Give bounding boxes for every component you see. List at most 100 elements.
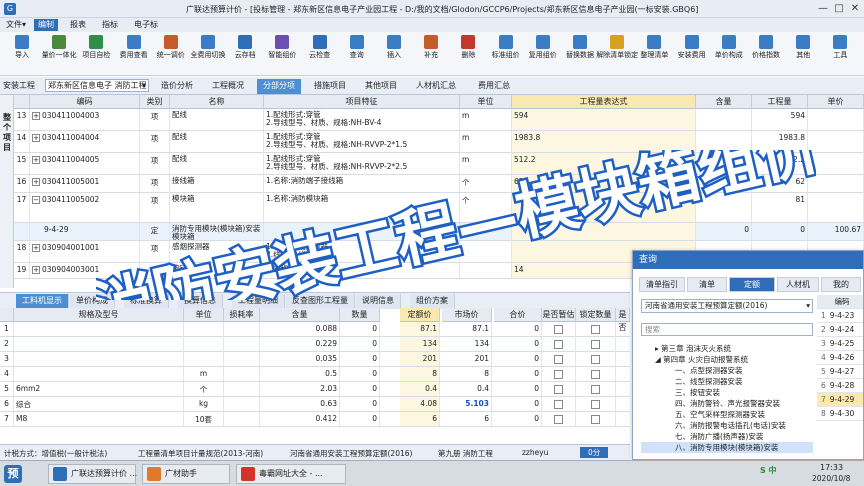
toolbar-button-other[interactable]: 其他 (785, 34, 821, 74)
cell-content[interactable]: 2.03 (260, 382, 340, 396)
toolbar-button-unlock[interactable]: 解除清单锁定 (596, 34, 638, 74)
checkbox[interactable] (554, 354, 563, 364)
expand-toggle-icon[interactable]: + (32, 244, 40, 252)
cell-content[interactable]: 0.229 (260, 337, 340, 351)
cell-content[interactable]: 0.035 (260, 352, 340, 366)
cell-market[interactable]: 5.103 (442, 397, 492, 411)
expand-toggle-icon[interactable]: + (32, 266, 40, 274)
menu-file[interactable]: 文件▾ (2, 19, 30, 31)
cell-qty[interactable]: 1983.8 (752, 131, 808, 152)
toolbar-button-index[interactable]: 价格指数 (748, 34, 784, 74)
subgrid-header-2[interactable]: 单位 (184, 308, 224, 322)
cell-qty[interactable]: 512.2 (752, 153, 808, 174)
table-row[interactable]: 13 +030411004003 项配线 1.配线形式:穿管 2.导线型号、材质、规格… (14, 109, 864, 131)
tab-items[interactable]: 分部分项 (257, 79, 301, 94)
grid-header-2[interactable]: 类别 (140, 95, 170, 109)
score-badge[interactable]: 0分 (580, 447, 609, 458)
menu-report[interactable]: 报表 (66, 19, 90, 31)
toolbar-button-integration[interactable]: 量价一体化 (41, 34, 77, 74)
toolbar-button-replace[interactable]: 替换数据 (562, 34, 598, 74)
subgrid-header-1[interactable]: 规格及型号 (14, 308, 184, 322)
expand-toggle-icon[interactable]: + (32, 134, 40, 142)
quota-code-row[interactable]: 5 9-4-27 (817, 365, 863, 379)
cell-qty[interactable]: 594 (752, 109, 808, 130)
cell-qty[interactable]: 0 (752, 223, 808, 240)
cell-expr[interactable] (512, 223, 696, 240)
toolbar-button-view[interactable]: 费用查看 (116, 34, 152, 74)
cell-market[interactable]: 201 (442, 352, 492, 366)
toolbar-button-delete[interactable]: 删除 (450, 34, 486, 74)
grid-header-5[interactable]: 单位 (460, 95, 512, 109)
quota-code-row[interactable]: 1 9-4-23 (817, 309, 863, 323)
expand-toggle-icon[interactable]: + (32, 112, 40, 120)
subgrid-header-4[interactable]: 含量 (260, 308, 340, 322)
maximize-button[interactable]: □ (832, 2, 846, 15)
detail-tab-3[interactable]: 换算信息 (178, 294, 223, 309)
qtab-list[interactable]: 清单 (687, 277, 727, 292)
cell-qty[interactable]: 81 (752, 193, 808, 222)
cell-qty[interactable]: 62 (752, 175, 808, 192)
tab-other[interactable]: 其他项目 (359, 79, 403, 94)
toolbar-button-query[interactable]: 查询 (339, 34, 375, 74)
table-row[interactable]: 17−030411005002 项 模块箱 1.名称:消防模块箱 个 81 81 (14, 193, 864, 223)
tab-resources[interactable]: 人材机汇总 (410, 79, 462, 94)
subgrid-header-3[interactable]: 损耗率 (224, 308, 260, 322)
qtab-resources[interactable]: 人材机 (777, 277, 819, 292)
qtab-guide[interactable]: 清单指引 (639, 277, 685, 292)
chapter-tree-item[interactable]: 八、消防专用模块(模块箱)安装 (641, 442, 813, 453)
checkbox[interactable] (591, 384, 600, 394)
menu-edit[interactable]: 编制 (34, 19, 58, 31)
grid-header-8[interactable]: 工程量 (752, 95, 808, 109)
taskbar-app-glodon[interactable]: 广联达预算计价 ... (48, 464, 137, 484)
detail-tab-4[interactable]: 工程量明细 (232, 294, 285, 309)
subgrid-header-5[interactable]: 数量 (340, 308, 380, 322)
subgrid-header-0[interactable] (0, 308, 14, 322)
detail-tab-2[interactable]: 标准换算 (124, 294, 169, 309)
toolbar-button-standard[interactable]: 标准组价 (488, 34, 524, 74)
quota-code-row[interactable]: 6 9-4-28 (817, 379, 863, 393)
checkbox[interactable] (591, 399, 600, 409)
menu-index[interactable]: 指标 (98, 19, 122, 31)
toolbar-button-check[interactable]: 项目自检 (78, 34, 114, 74)
project-tree-rail[interactable]: 整个项目 (0, 95, 14, 288)
chapter-tree-item[interactable]: 三、按钮安装 (641, 387, 813, 398)
start-button[interactable]: 预 (4, 465, 22, 483)
close-button[interactable]: ✕ (848, 2, 862, 15)
cell-content[interactable]: 0.088 (260, 322, 340, 336)
detail-tab-7[interactable]: 组价方案 (410, 294, 455, 309)
chapter-tree-item[interactable]: 四、消防警铃、声光报警器安装 (641, 398, 813, 409)
query-search-input[interactable]: 搜索 (641, 323, 813, 336)
expand-toggle-icon[interactable]: + (32, 156, 40, 164)
chapter-tree-item[interactable]: 五、空气采样型探测器安装 (641, 409, 813, 420)
table-row[interactable]: 1 0.088 0 87.1 87.1 0 (0, 322, 630, 337)
toolbar-button-install-fee[interactable]: 安装费用 (674, 34, 710, 74)
table-row[interactable]: 3 0.035 0 201 201 0 (0, 352, 630, 367)
minimize-button[interactable]: — (816, 2, 830, 15)
table-row[interactable]: 14 +030411004004 项配线 1.配线形式:穿管 2.导线型号、材质、规格… (14, 131, 864, 153)
cell-content[interactable]: 0.5 (260, 367, 340, 381)
table-row[interactable]: 5 6mm2 个 2.03 0 0.4 0.4 0 (0, 382, 630, 397)
toolbar-button-cloud-check[interactable]: 云检查 (302, 34, 338, 74)
checkbox[interactable] (591, 339, 600, 349)
detail-tab-6[interactable]: 说明信息 (356, 294, 401, 309)
toolbar-button-sort[interactable]: 整理清单 (636, 34, 672, 74)
checkbox[interactable] (554, 324, 563, 334)
chapter-tree-item[interactable]: ◢ 第四章 火灾自动报警系统 (641, 354, 813, 365)
checkbox[interactable] (591, 369, 600, 379)
grid-header-6[interactable]: 工程量表达式 (512, 95, 696, 109)
quota-code-row[interactable]: 7 9-4-29 (817, 393, 863, 407)
grid-header-9[interactable]: 单价 (808, 95, 864, 109)
toolbar-button-tools[interactable]: 工具 (822, 34, 858, 74)
quota-code-row[interactable]: 3 9-4-25 (817, 337, 863, 351)
toolbar-button-import[interactable]: 导入 (4, 34, 40, 74)
toolbar-button-smart[interactable]: 智能组价 (264, 34, 300, 74)
checkbox[interactable] (554, 369, 563, 379)
tab-measures[interactable]: 措施项目 (308, 79, 352, 94)
table-row[interactable]: 9-4-29 定 消防专用模块(模块箱)安装 模块箱 0 0 100.67 (14, 223, 864, 241)
subgrid-header-8[interactable]: 合价 (494, 308, 542, 322)
table-row[interactable]: 16 +030411005001 项接线箱 1.名称:消防端子接线箱个 62 62 (14, 175, 864, 193)
project-selector[interactable]: 郑东新区信息电子 消防工程 ▾ (45, 79, 149, 92)
cell-market[interactable]: 87.1 (442, 322, 492, 336)
subgrid-header-10[interactable]: 锁定数量 (576, 308, 616, 322)
checkbox[interactable] (554, 339, 563, 349)
